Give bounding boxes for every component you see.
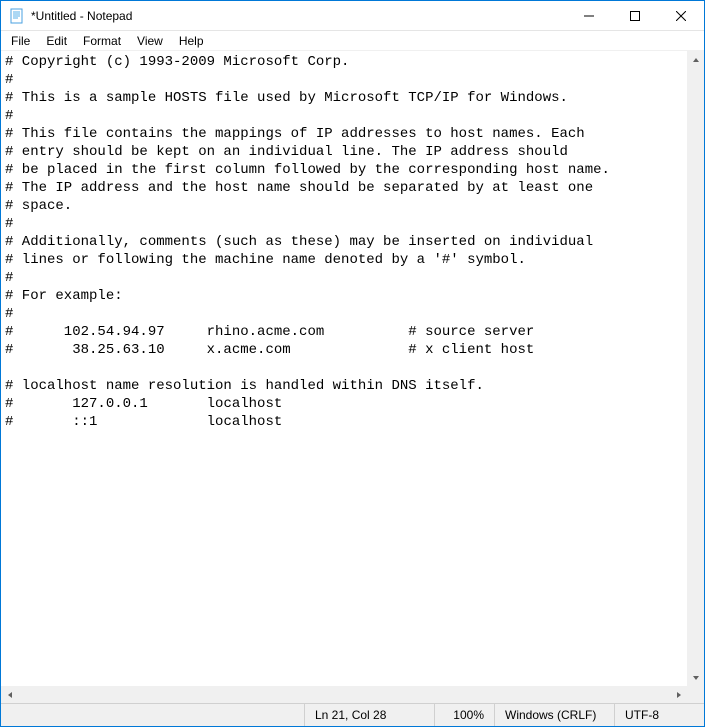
statusbar: Ln 21, Col 28 100% Windows (CRLF) UTF-8 <box>1 703 704 726</box>
scroll-corner <box>687 686 704 703</box>
titlebar: *Untitled - Notepad <box>1 1 704 31</box>
status-encoding: UTF-8 <box>614 704 704 726</box>
scroll-track-vertical[interactable] <box>687 68 704 669</box>
scroll-left-icon[interactable] <box>1 686 18 703</box>
notepad-icon <box>9 8 25 24</box>
menu-help[interactable]: Help <box>171 32 212 50</box>
scroll-down-icon[interactable] <box>687 669 704 686</box>
status-zoom: 100% <box>434 704 494 726</box>
menu-edit[interactable]: Edit <box>38 32 75 50</box>
window-title: *Untitled - Notepad <box>31 9 566 23</box>
vertical-scrollbar[interactable] <box>687 51 704 686</box>
scroll-up-icon[interactable] <box>687 51 704 68</box>
text-editor[interactable]: # Copyright (c) 1993-2009 Microsoft Corp… <box>1 51 704 703</box>
maximize-button[interactable] <box>612 1 658 30</box>
horizontal-scrollbar[interactable] <box>1 686 687 703</box>
menu-format[interactable]: Format <box>75 32 129 50</box>
window-controls <box>566 1 704 30</box>
close-button[interactable] <box>658 1 704 30</box>
status-position: Ln 21, Col 28 <box>304 704 434 726</box>
scroll-track-horizontal[interactable] <box>18 686 670 703</box>
scroll-right-icon[interactable] <box>670 686 687 703</box>
menu-view[interactable]: View <box>129 32 171 50</box>
editor-area: # Copyright (c) 1993-2009 Microsoft Corp… <box>1 51 704 703</box>
status-line-ending: Windows (CRLF) <box>494 704 614 726</box>
menubar: File Edit Format View Help <box>1 31 704 51</box>
minimize-button[interactable] <box>566 1 612 30</box>
menu-file[interactable]: File <box>3 32 38 50</box>
